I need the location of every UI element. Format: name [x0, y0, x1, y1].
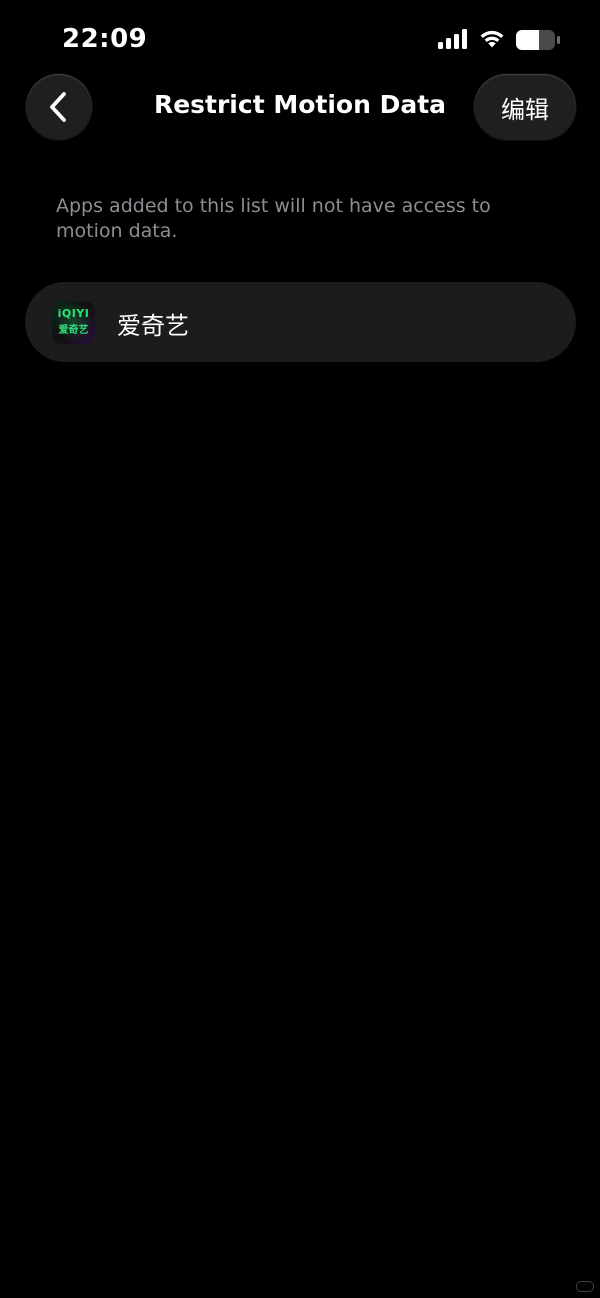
edit-button[interactable]: 编辑	[474, 74, 576, 140]
corner-mark	[576, 1281, 594, 1292]
chevron-left-icon	[50, 92, 66, 122]
wifi-icon	[480, 30, 504, 48]
back-button[interactable]	[26, 74, 92, 140]
app-icon-logo-text: iQIYI	[57, 307, 90, 320]
restricted-apps-list: iQIYI 爱奇艺 爱奇艺	[25, 282, 576, 362]
navigation-bar: Restrict Motion Data 编辑	[0, 72, 600, 142]
cellular-signal-icon	[438, 29, 467, 49]
page-title: Restrict Motion Data	[153, 90, 447, 119]
status-bar: 22:09	[0, 0, 600, 80]
app-icon-logo-subtext: 爱奇艺	[58, 325, 89, 336]
battery-icon	[516, 30, 560, 50]
iqiyi-app-icon: iQIYI 爱奇艺	[52, 301, 95, 344]
status-time: 22:09	[62, 24, 148, 54]
section-description: Apps added to this list will not have ac…	[56, 195, 491, 242]
app-name: 爱奇艺	[117, 312, 189, 340]
list-item[interactable]: iQIYI 爱奇艺 爱奇艺	[25, 282, 576, 362]
